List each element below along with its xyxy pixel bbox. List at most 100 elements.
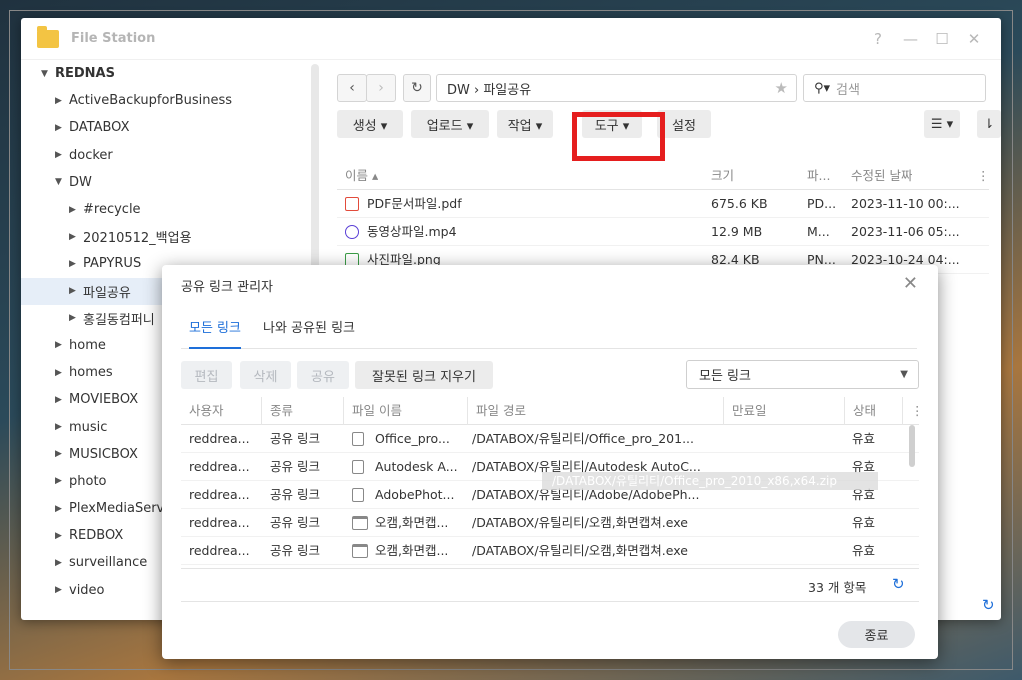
sidebar-item[interactable]: ▶ 20210512_백업용 <box>21 223 317 250</box>
caret-right-icon[interactable]: ▶ <box>69 205 83 215</box>
caret-right-icon[interactable]: ▶ <box>55 449 69 459</box>
tree-root[interactable]: ▼ REDNAS <box>21 60 317 87</box>
link-file-name: Office_pro... <box>375 431 450 446</box>
link-row[interactable]: reddrea... 공유 링크 오캠,화면캡... /DATABOX/유틸리티/오캠… <box>181 537 919 565</box>
sidebar-item[interactable]: ▶ docker <box>21 142 317 169</box>
sort-button[interactable]: ⇂ <box>977 110 1001 138</box>
path-bar[interactable]: DW › 파일공유 ★ <box>436 74 797 102</box>
caret-right-icon[interactable]: ▶ <box>55 476 69 486</box>
file-row[interactable]: 동영상파일.mp4 12.9 MB M... 2023-11-06 05:... <box>337 218 989 246</box>
caret-right-icon[interactable]: ▶ <box>55 558 69 568</box>
col-user[interactable]: 사용자 <box>181 397 261 425</box>
sidebar-item-label: video <box>69 582 105 598</box>
file-modified: 2023-11-06 05:... <box>851 224 960 239</box>
sidebar-item[interactable]: ▼ DW <box>21 169 317 196</box>
tree-root-label: REDNAS <box>55 66 115 82</box>
sidebar-item[interactable]: ▶ #recycle <box>21 196 317 223</box>
sidebar-item-label: music <box>69 419 108 435</box>
dialog-close-icon[interactable]: ✕ <box>903 273 918 294</box>
link-filter-select[interactable]: 모든 링크 ▼ <box>686 360 919 389</box>
help-icon[interactable]: ? <box>871 30 885 48</box>
sidebar-item-label: photo <box>69 473 107 489</box>
file-name: 동영상파일.mp4 <box>367 224 457 239</box>
col-more[interactable]: ⋮ <box>902 397 924 425</box>
caret-right-icon[interactable]: ▶ <box>69 286 83 296</box>
col-status[interactable]: 상태 <box>844 397 902 425</box>
pane-refresh-icon[interactable]: ↻ <box>982 596 995 614</box>
file-type: M... <box>807 224 830 239</box>
link-kind: 공유 링크 <box>270 459 320 474</box>
caret-down-icon[interactable]: ▼ <box>41 69 55 79</box>
clear-invalid-links-button[interactable]: 잘못된 링크 지우기 <box>355 361 493 389</box>
share-button[interactable]: 공유 <box>297 361 349 389</box>
close-icon[interactable]: ✕ <box>967 30 981 48</box>
col-more[interactable]: ⋮ <box>977 162 990 190</box>
sidebar-item-label: docker <box>69 147 113 163</box>
edit-button[interactable]: 편집 <box>181 361 232 389</box>
caret-right-icon[interactable]: ▶ <box>55 504 69 514</box>
link-row[interactable]: reddrea... 공유 링크 오캠,화면캡... /DATABOX/유틸리티/오캠… <box>181 509 919 537</box>
forward-button[interactable]: › <box>366 74 396 102</box>
caret-right-icon[interactable]: ▶ <box>69 313 83 323</box>
sidebar-item-label: #recycle <box>83 202 141 218</box>
delete-button[interactable]: 삭제 <box>240 361 291 389</box>
col-kind[interactable]: 종류 <box>261 397 343 425</box>
toolbar: 생성 ▾ 업로드 ▾ 작업 ▾ 도구 ▾ 설정 ☰ ▾ ⇂ <box>337 110 1001 138</box>
link-user: reddrea... <box>189 515 250 530</box>
tab-shared-with-me[interactable]: 나와 공유된 링크 <box>263 313 355 349</box>
zip-file-icon <box>352 488 364 502</box>
tab-all-links[interactable]: 모든 링크 <box>189 313 241 349</box>
settings-button[interactable]: 설정 <box>657 110 711 138</box>
back-button[interactable]: ‹ <box>337 74 367 102</box>
col-name[interactable]: 이름 ▴ <box>345 162 378 190</box>
caret-right-icon[interactable]: ▶ <box>55 395 69 405</box>
path-text: DW › 파일공유 <box>447 82 532 98</box>
file-modified: 2023-11-10 00:... <box>851 196 960 211</box>
col-modified[interactable]: 수정된 날짜 <box>851 162 912 190</box>
caret-right-icon[interactable]: ▶ <box>55 368 69 378</box>
sidebar-item-label: 20210512_백업용 <box>83 231 192 247</box>
col-size[interactable]: 크기 <box>711 162 734 190</box>
sidebar-item-label: DATABOX <box>69 120 130 136</box>
col-file-name[interactable]: 파일 이름 <box>343 397 467 425</box>
col-expiry[interactable]: 만료일 <box>723 397 844 425</box>
caret-right-icon[interactable]: ▶ <box>55 422 69 432</box>
caret-right-icon[interactable]: ▶ <box>69 259 83 269</box>
action-button[interactable]: 작업 ▾ <box>497 110 553 138</box>
pdf-icon <box>345 197 359 211</box>
sort-icon: ⇂ <box>983 116 995 132</box>
sidebar-item-label: DW <box>69 174 92 190</box>
sidebar-item[interactable]: ▶ ActiveBackupforBusiness <box>21 87 317 114</box>
sidebar-item-label: 파일공유 <box>83 285 131 301</box>
minimize-icon[interactable]: — <box>903 30 918 48</box>
caret-right-icon[interactable]: ▶ <box>55 150 69 160</box>
link-user: reddrea... <box>189 459 250 474</box>
refresh-button[interactable]: ↻ <box>403 74 431 102</box>
caret-down-icon[interactable]: ▼ <box>55 177 69 187</box>
caret-right-icon[interactable]: ▶ <box>55 585 69 595</box>
caret-right-icon[interactable]: ▶ <box>55 123 69 133</box>
caret-right-icon[interactable]: ▶ <box>55 340 69 350</box>
navigation-bar: ‹ › ↻ DW › 파일공유 ★ ⚲▾ 검색 <box>337 74 1001 102</box>
refresh-icon[interactable]: ↻ <box>892 575 905 593</box>
col-file-path[interactable]: 파일 경로 <box>467 397 723 425</box>
close-button[interactable]: 종료 <box>838 621 915 648</box>
search-icon[interactable]: ⚲▾ <box>814 81 830 96</box>
file-row[interactable]: PDF문서파일.pdf 675.6 KB PD... 2023-11-10 00:..… <box>337 190 989 218</box>
link-file-path: /DATABOX/유틸리티/Office_pro_201... <box>472 431 695 446</box>
caret-right-icon[interactable]: ▶ <box>69 232 83 242</box>
caret-right-icon[interactable]: ▶ <box>55 96 69 106</box>
link-list-scrollbar[interactable] <box>909 425 915 467</box>
create-button[interactable]: 생성 ▾ <box>337 110 403 138</box>
caret-right-icon[interactable]: ▶ <box>55 531 69 541</box>
link-row[interactable]: reddrea... 공유 링크 Office_pro... /DATABOX/유틸리… <box>181 425 919 453</box>
link-file-name: 오캠,화면캡... <box>375 543 449 558</box>
list-view-button[interactable]: ☰ ▾ <box>924 110 960 138</box>
sidebar-item[interactable]: ▶ DATABOX <box>21 114 317 141</box>
maximize-icon[interactable]: ☐ <box>935 30 949 48</box>
search-input[interactable]: ⚲▾ 검색 <box>803 74 986 102</box>
star-icon[interactable]: ★ <box>775 79 788 97</box>
col-type[interactable]: 파... <box>807 162 830 190</box>
upload-button[interactable]: 업로드 ▾ <box>411 110 489 138</box>
link-status: 유효 <box>852 431 876 446</box>
